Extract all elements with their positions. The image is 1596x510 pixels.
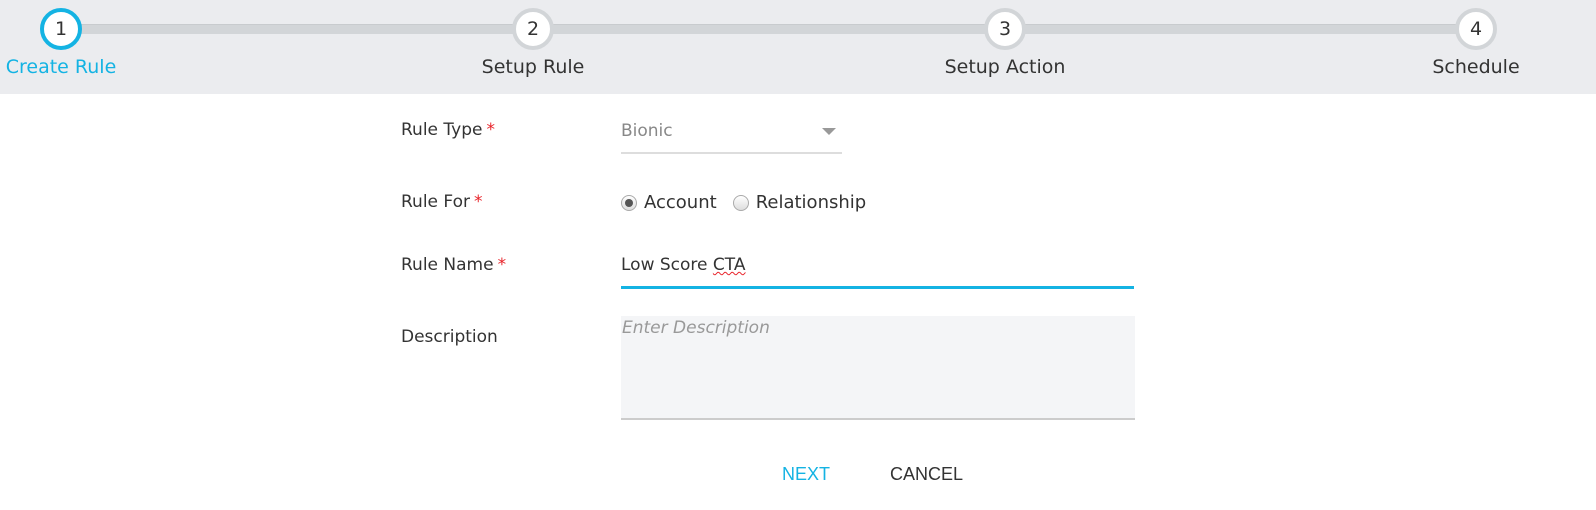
rule-type-select[interactable]: Bionic — [621, 116, 842, 154]
step-number: 2 — [512, 8, 554, 50]
rule-type-label: Rule Type * — [401, 120, 495, 140]
step-create-rule[interactable]: 1 Create Rule — [0, 0, 161, 78]
required-marker: * — [473, 192, 483, 212]
step-number: 4 — [1455, 8, 1497, 50]
label-text: Rule Type — [401, 120, 483, 140]
label-text: Rule For — [401, 192, 470, 212]
step-number: 1 — [40, 8, 82, 50]
required-marker: * — [486, 120, 495, 140]
radio-relationship-label[interactable]: Relationship — [756, 192, 867, 213]
rule-name-input[interactable]: Low Score CTA — [621, 250, 1134, 289]
rule-for-label: Rule For * — [401, 192, 482, 212]
step-schedule[interactable]: 4 Schedule — [1376, 0, 1576, 78]
step-label: Setup Action — [944, 56, 1066, 78]
cancel-button[interactable]: CANCEL — [890, 464, 963, 485]
rule-name-label: Rule Name * — [401, 255, 506, 275]
description-textarea[interactable]: Enter Description — [621, 316, 1135, 420]
rule-name-value-misspelled: CTA — [712, 255, 746, 275]
step-label: Setup Rule — [481, 56, 585, 78]
stepper: 1 Create Rule 2 Setup Rule 3 Setup Actio… — [0, 0, 1596, 94]
description-placeholder: Enter Description — [622, 318, 770, 338]
label-text: Rule Name — [401, 255, 494, 275]
required-marker: * — [497, 255, 507, 275]
rule-type-value: Bionic — [621, 121, 673, 141]
radio-relationship[interactable] — [732, 194, 749, 211]
step-number: 3 — [984, 8, 1026, 50]
radio-account[interactable] — [621, 194, 637, 211]
description-label: Description — [401, 327, 498, 347]
rule-for-radio-group: Account Relationship — [621, 192, 866, 213]
step-label: Create Rule — [5, 56, 117, 78]
step-label: Schedule — [1432, 56, 1520, 78]
radio-account-label[interactable]: Account — [644, 192, 717, 213]
next-button[interactable]: NEXT — [782, 464, 830, 485]
step-setup-action[interactable]: 3 Setup Action — [905, 0, 1105, 78]
step-setup-rule[interactable]: 2 Setup Rule — [433, 0, 633, 78]
caret-down-icon — [822, 128, 836, 135]
rule-name-value: Low Score — [621, 255, 713, 275]
stepper-track — [61, 24, 1476, 34]
